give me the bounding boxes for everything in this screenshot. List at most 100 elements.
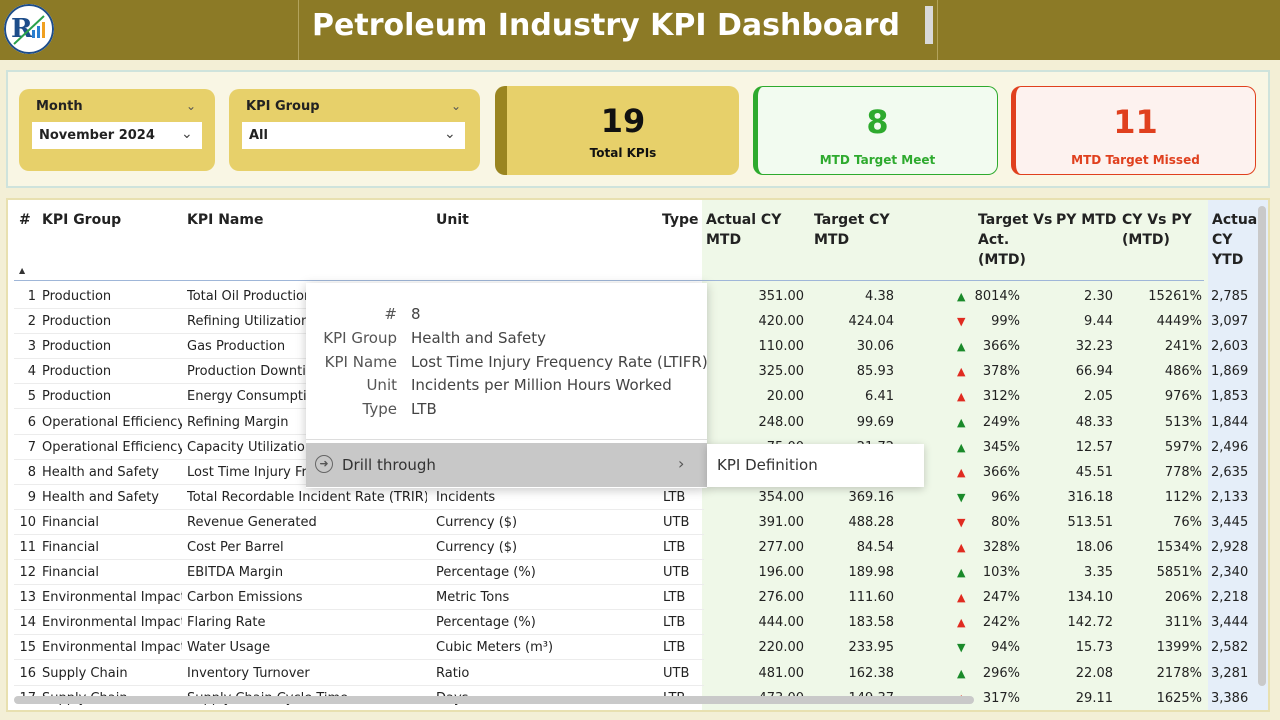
cell-actual: 391.00 xyxy=(758,514,805,530)
cell-py: 18.06 xyxy=(1075,540,1113,555)
cell-group: Production xyxy=(42,389,112,405)
cell-target: 84.54 xyxy=(856,540,894,555)
cell-cypy: 76% xyxy=(1173,514,1202,530)
header-py-mtd[interactable]: PY MTD xyxy=(1056,210,1116,230)
triangle-up-icon: ▲ xyxy=(957,415,966,429)
cell-unit: Currency ($) xyxy=(436,514,518,530)
triangle-down-icon: ▼ xyxy=(957,315,966,329)
cell-tva: 242% xyxy=(982,615,1020,631)
cell-group: Production xyxy=(42,289,112,304)
row-divider xyxy=(14,709,704,710)
cell-unit: Percentage (%) xyxy=(436,565,536,581)
cell-tva: 345% xyxy=(982,439,1020,455)
cell-actual: 277.00 xyxy=(758,540,805,555)
cell-cypy: 241% xyxy=(1164,339,1202,355)
cell-ytd: 2,133 xyxy=(1211,489,1249,505)
table-row[interactable]: 12 Financial EBITDA Margin Percentage (%) UT… xyxy=(8,560,1266,585)
header-unit[interactable]: Unit xyxy=(436,210,469,230)
cell-target: 162.38 xyxy=(848,665,895,681)
drill-through-menu-item[interactable]: ➜ Drill through › xyxy=(306,443,707,487)
header-kpi-name[interactable]: KPI Name xyxy=(187,210,263,230)
header-target-cy-mtd[interactable]: Target CY MTD xyxy=(814,210,890,250)
cell-target: 85.93 xyxy=(856,364,894,380)
horizontal-scrollbar[interactable] xyxy=(14,696,974,704)
cell-num: 11 xyxy=(19,540,36,555)
cell-ytd: 3,281 xyxy=(1211,665,1249,681)
cell-tva: 8014% xyxy=(974,289,1020,304)
table-row[interactable]: 9 Health and Safety Total Recordable Incid… xyxy=(8,485,1266,510)
cell-num: 5 xyxy=(27,389,36,405)
total-kpis-card: 19 Total KPIs xyxy=(495,86,739,175)
tooltip-value-type: LTB xyxy=(411,400,437,418)
table-row[interactable]: 11 Financial Cost Per Barrel Currency ($) LT… xyxy=(8,535,1266,560)
header-type[interactable]: Type xyxy=(662,210,699,230)
header-cy-vs-py[interactable]: CY Vs PY (MTD) xyxy=(1122,210,1192,250)
table-row[interactable]: 14 Environmental Impact Flaring Rate Percen… xyxy=(8,610,1266,635)
filter-panel: Month ⌄ November 2024 ⌄ KPI Group ⌄ All … xyxy=(6,70,1270,188)
cell-num: 15 xyxy=(19,640,36,656)
cell-ytd: 2,635 xyxy=(1211,464,1249,480)
cell-name: Carbon Emissions xyxy=(187,590,303,606)
chevron-down-icon[interactable]: ⌄ xyxy=(186,99,196,113)
table-row[interactable]: 16 Supply Chain Inventory Turnover Ratio UTB… xyxy=(8,661,1266,686)
tooltip-value-group: Health and Safety xyxy=(411,329,546,347)
chevron-down-icon[interactable]: ⌄ xyxy=(451,99,461,113)
cell-group: Operational Efficiency xyxy=(42,414,182,430)
chevron-right-icon: › xyxy=(678,454,685,473)
cell-tva: 328% xyxy=(982,540,1020,555)
cell-py: 32.23 xyxy=(1075,339,1113,355)
cell-tva: 249% xyxy=(982,414,1020,430)
triangle-up-icon: ▲ xyxy=(957,365,966,379)
triangle-down-icon: ▼ xyxy=(957,490,966,504)
cell-py: 2.30 xyxy=(1084,289,1113,304)
month-dropdown[interactable]: November 2024 ⌄ xyxy=(32,122,202,149)
arrow-circle-icon: ➜ xyxy=(315,455,333,473)
header-num[interactable]: # xyxy=(19,210,31,230)
kpi-group-dropdown[interactable]: All ⌄ xyxy=(242,122,465,149)
cell-actual: 220.00 xyxy=(758,640,805,656)
cell-target: 30.06 xyxy=(856,339,894,355)
cell-py: 12.57 xyxy=(1075,439,1113,455)
cell-target: 424.04 xyxy=(848,314,895,330)
cell-tva: 103% xyxy=(982,565,1020,581)
cell-actual: 420.00 xyxy=(758,314,805,330)
header-actual-cy-mtd[interactable]: Actual CY MTD xyxy=(706,210,781,250)
table-row[interactable]: 15 Environmental Impact Water Usage Cubic M… xyxy=(8,635,1266,660)
cell-target: 488.28 xyxy=(848,514,895,530)
cell-actual: 196.00 xyxy=(758,565,805,581)
cell-actual: 481.00 xyxy=(758,665,805,681)
cell-name: Inventory Turnover xyxy=(187,665,310,681)
triangle-up-icon: ▲ xyxy=(957,390,966,404)
cell-actual: 248.00 xyxy=(758,414,805,430)
cell-actual: 351.00 xyxy=(758,289,805,304)
cell-tva: 312% xyxy=(982,389,1020,405)
sort-ascending-icon[interactable]: ▲ xyxy=(19,266,25,275)
cell-num: 1 xyxy=(27,289,36,304)
vertical-scrollbar[interactable] xyxy=(1258,206,1266,686)
cell-ytd: 2,603 xyxy=(1211,339,1249,355)
cell-name: EBITDA Margin xyxy=(187,565,284,581)
mtd-target-missed-value: 11 xyxy=(1113,103,1158,141)
mtd-target-missed-card: 11 MTD Target Missed xyxy=(1011,86,1256,175)
cell-ytd: 2,582 xyxy=(1211,640,1249,656)
cell-cypy: 2178% xyxy=(1156,665,1202,681)
triangle-up-icon: ▲ xyxy=(957,340,966,354)
cell-ytd: 2,340 xyxy=(1211,565,1249,581)
cell-group: Production xyxy=(42,314,112,330)
triangle-up-icon: ▲ xyxy=(957,440,966,454)
header-kpi-group[interactable]: KPI Group xyxy=(42,210,121,230)
cell-num: 14 xyxy=(19,615,36,631)
cell-type: LTB xyxy=(663,540,686,555)
cell-cypy: 1534% xyxy=(1156,540,1202,555)
cell-cypy: 5851% xyxy=(1156,565,1202,581)
table-row[interactable]: 10 Financial Revenue Generated Currency ($)… xyxy=(8,510,1266,535)
table-row[interactable]: 13 Environmental Impact Carbon Emissions Me… xyxy=(8,585,1266,610)
row-tooltip: # 8 KPI Group Health and Safety KPI Name… xyxy=(306,283,708,488)
kpi-definition-menu-item[interactable]: KPI Definition xyxy=(717,456,818,474)
header-target-vs-actual[interactable]: Target Vs Act. (MTD) xyxy=(978,210,1052,270)
triangle-up-icon: ▲ xyxy=(957,566,966,580)
cell-group: Financial xyxy=(42,565,99,581)
chevron-down-icon: ⌄ xyxy=(444,126,456,142)
cell-unit: Currency ($) xyxy=(436,540,518,555)
analytics-logo-icon: R xyxy=(4,4,54,54)
